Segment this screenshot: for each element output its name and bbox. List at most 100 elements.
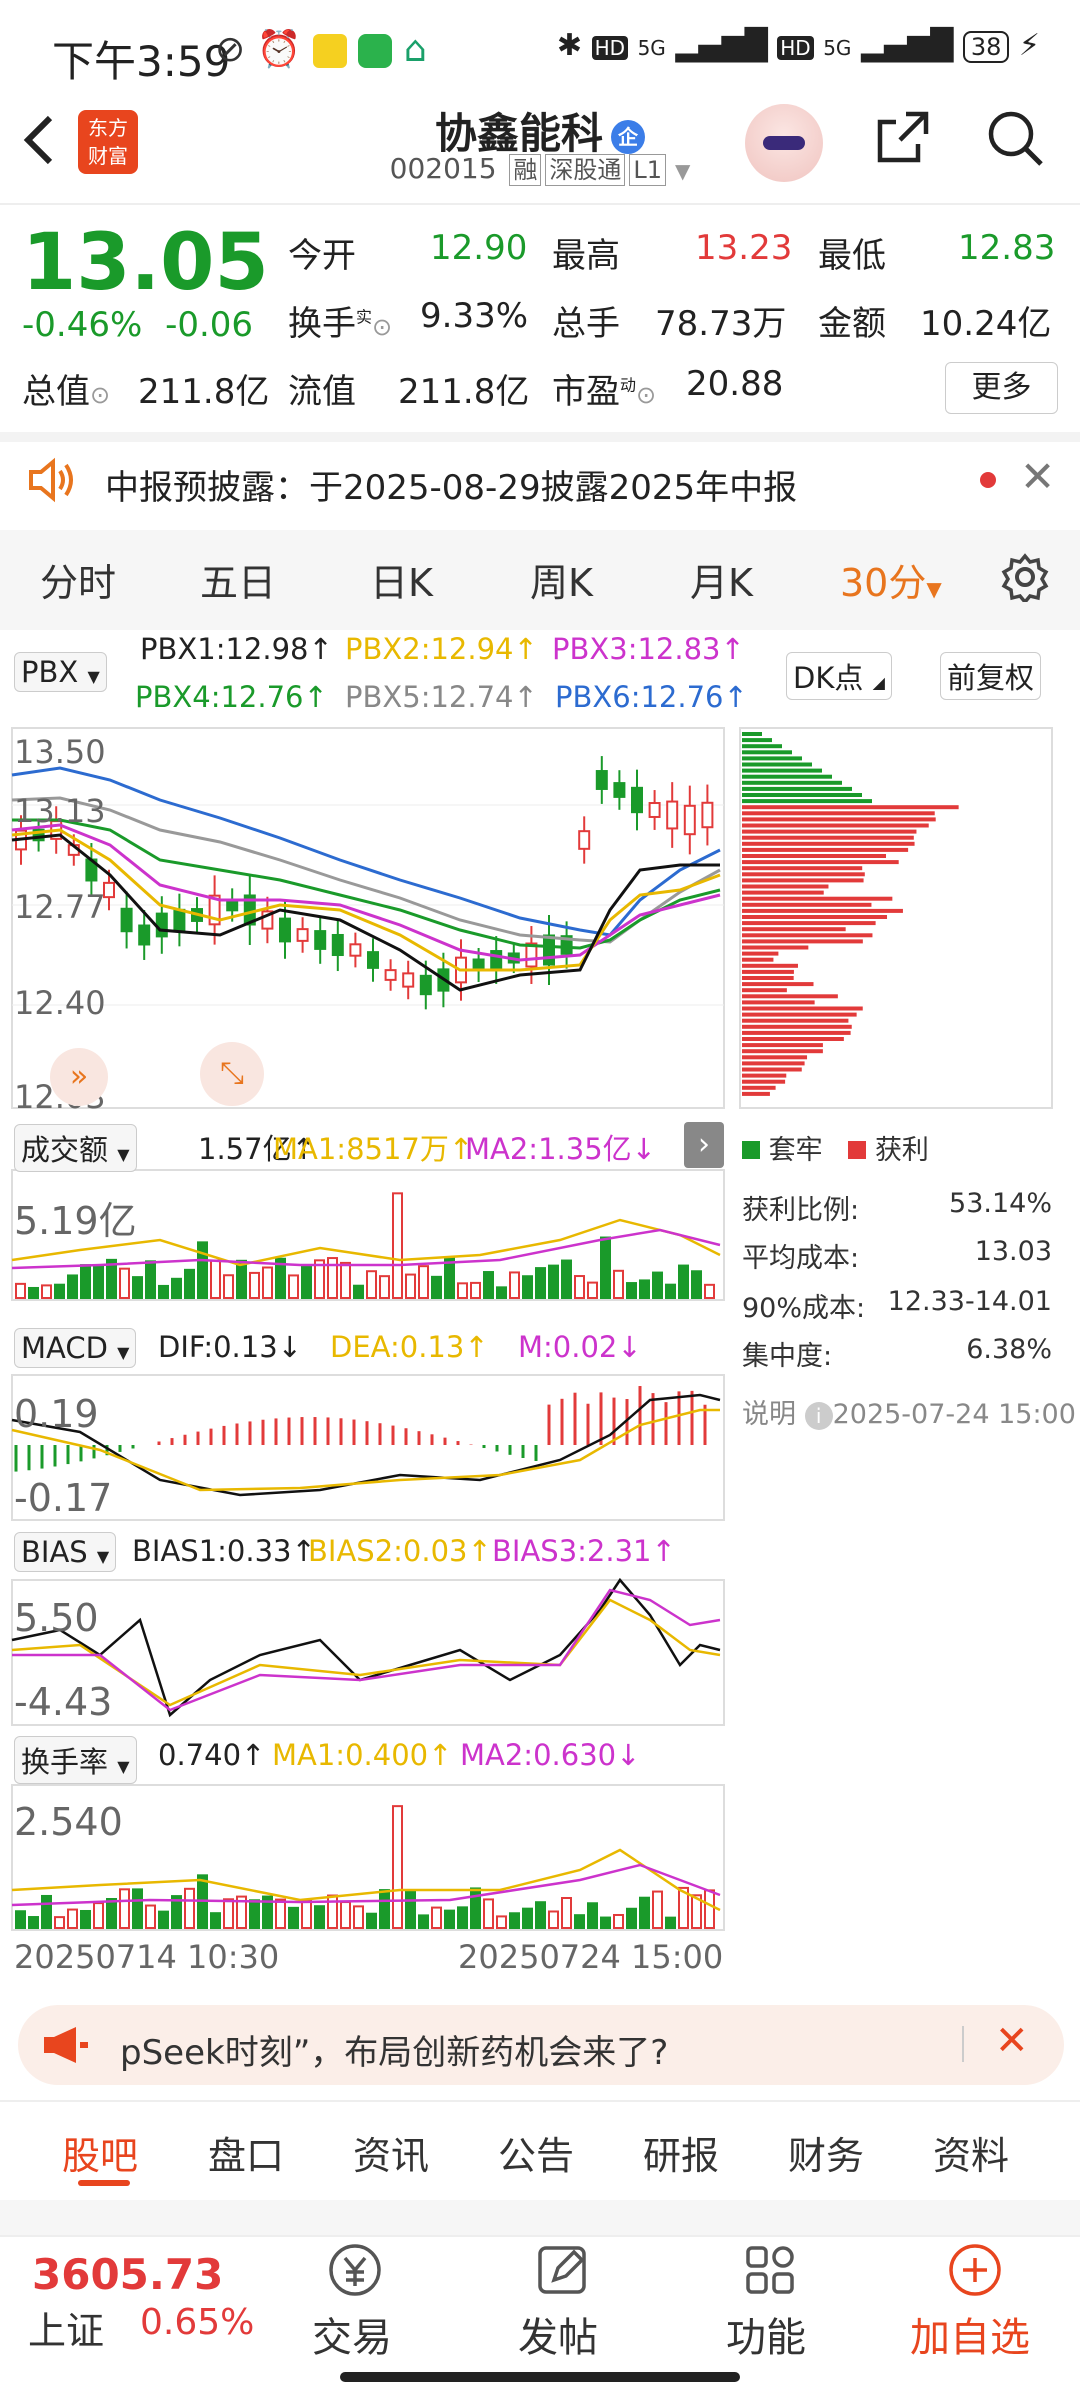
volume-bar — [106, 1898, 117, 1930]
tab-orderbook[interactable]: 盘口 — [208, 2125, 284, 2180]
chip-bar — [742, 1079, 786, 1084]
gear-icon — [1001, 553, 1049, 605]
chip-90-cost-value: 12.33-14.01 — [887, 1286, 1052, 1317]
bias1-value: BIAS1:0.33↑ — [132, 1534, 316, 1568]
macd-select[interactable]: MACD ▼ — [14, 1328, 137, 1368]
tab-weekly[interactable]: 周K — [530, 552, 593, 607]
candle-body — [279, 917, 291, 943]
low-label: 最低 — [818, 236, 886, 276]
chip-bar — [742, 854, 887, 858]
dk-point-select[interactable]: DK点 ◢ — [786, 652, 892, 700]
fullscreen-button[interactable]: ⤡ — [200, 1042, 264, 1106]
search-icon — [988, 111, 1043, 166]
indicator-name: PBX — [21, 655, 79, 689]
chip-bar — [742, 1043, 823, 1048]
chip-bar — [742, 835, 914, 840]
volume-bar — [119, 1267, 130, 1300]
trade-button[interactable]: 交易 — [312, 2305, 392, 2363]
volume-bar — [301, 1265, 312, 1300]
ad-divider — [962, 2026, 964, 2062]
candle-body — [631, 786, 643, 814]
pbx2-value: PBX2:12.94↑ — [345, 632, 538, 666]
float-cap-label: 流值 — [288, 372, 356, 412]
chip-note[interactable]: 说明 i 2025-07-24 15:00 — [742, 1392, 1076, 1431]
change-amount: -0.06 — [165, 305, 254, 345]
chip-bar — [742, 988, 787, 993]
chip-bar — [742, 1037, 844, 1041]
volume-label: 总手 — [552, 304, 620, 344]
chip-bar — [742, 872, 865, 877]
post-button[interactable]: 发帖 — [518, 2305, 598, 2363]
search-button[interactable] — [985, 108, 1045, 168]
turnover-select[interactable]: 换手率 ▼ — [14, 1736, 137, 1784]
function-button[interactable]: 功能 — [726, 2305, 806, 2363]
volume-bar — [418, 1914, 429, 1930]
close-icon[interactable]: ✕ — [995, 2018, 1029, 2064]
volume-bar — [54, 1916, 65, 1929]
candle-body — [578, 830, 591, 850]
chip-bar — [742, 933, 873, 938]
tag-connect: 深股通 — [545, 154, 626, 186]
adjust-select[interactable]: 前复权 — [940, 652, 1042, 700]
chevron-down-icon[interactable]: ▼ — [675, 159, 690, 183]
settings-button[interactable] — [1000, 552, 1050, 606]
index-name[interactable]: 上证 — [28, 2300, 104, 2355]
chip-bar — [742, 738, 772, 743]
volume-label: 成交额 — [21, 1133, 109, 1167]
tab-finance[interactable]: 财务 — [788, 2125, 864, 2180]
chip-profit-ratio-value: 53.14% — [949, 1188, 1052, 1219]
tab-intraday[interactable]: 分时 — [40, 552, 116, 607]
chip-note-label: 说明 — [742, 1399, 796, 1430]
info-icon[interactable]: ⊙ — [372, 313, 392, 341]
volume-bar — [249, 1271, 260, 1300]
candle-body — [138, 924, 151, 946]
volume-bar — [444, 1909, 455, 1929]
close-icon[interactable]: ✕ — [1020, 452, 1055, 501]
share-button[interactable] — [872, 108, 932, 168]
expand-icon: ⤡ — [220, 1056, 244, 1091]
chip-bar — [742, 750, 792, 755]
volume-bar — [184, 1268, 195, 1299]
stock-name-text: 协鑫能科 — [434, 109, 603, 158]
indicator-select[interactable]: PBX ▼ — [14, 652, 107, 692]
header: 东方 财富 协鑫能科企 002015 融深股通 L1 ▼ — [0, 100, 1080, 205]
tab-research[interactable]: 研报 — [643, 2125, 719, 2180]
bias-select[interactable]: BIAS ▼ — [14, 1532, 117, 1572]
tab-30min[interactable]: 30分▼ — [840, 552, 942, 607]
chip-bar — [742, 847, 909, 852]
panel-collapse-button[interactable]: › — [684, 1122, 724, 1168]
volume-bar — [535, 1901, 546, 1930]
volume-bar — [145, 1904, 156, 1929]
chip-bar — [742, 841, 915, 846]
volume-bar — [548, 1264, 559, 1300]
tab-forum[interactable]: 股吧 — [62, 2125, 138, 2180]
volume-bar — [561, 1897, 572, 1929]
index-value[interactable]: 3605.73 — [32, 2250, 223, 2299]
info-icon[interactable]: ⊙ — [636, 381, 656, 409]
chip-bar — [742, 1049, 823, 1054]
volume-bar — [431, 1275, 442, 1300]
info-icon[interactable]: ⊙ — [90, 381, 110, 409]
notice-text[interactable]: 中报预披露：于2025-08-29披露2025年中报 — [105, 460, 797, 509]
volume-bar — [652, 1271, 663, 1300]
date-start: 20250714 10:30 — [14, 1938, 280, 1976]
turnover-value: 0.740↑ — [158, 1738, 266, 1772]
tab-monthly[interactable]: 月K — [690, 552, 753, 607]
tab-announcements[interactable]: 公告 — [498, 2125, 574, 2180]
volume-bar — [678, 1264, 689, 1299]
volume-bar — [457, 1906, 468, 1930]
index-pct[interactable]: 0.65% — [140, 2302, 254, 2343]
tab-profile[interactable]: 资料 — [933, 2125, 1009, 2180]
tab-news[interactable]: 资讯 — [353, 2125, 429, 2180]
signal-label: 5G — [637, 36, 666, 60]
caret-icon: ◢ — [872, 673, 885, 692]
tab-5day[interactable]: 五日 — [200, 552, 276, 607]
volume-select[interactable]: 成交额 ▼ — [14, 1124, 137, 1172]
volume-bar — [444, 1257, 455, 1300]
volume-bar — [340, 1901, 351, 1930]
assistant-avatar[interactable] — [745, 104, 823, 182]
add-watchlist-button[interactable]: 加自选 — [910, 2305, 1030, 2363]
more-button[interactable]: 更多 — [945, 362, 1058, 414]
tab-daily[interactable]: 日K — [370, 552, 433, 607]
expand-left-button[interactable]: » — [50, 1048, 108, 1106]
